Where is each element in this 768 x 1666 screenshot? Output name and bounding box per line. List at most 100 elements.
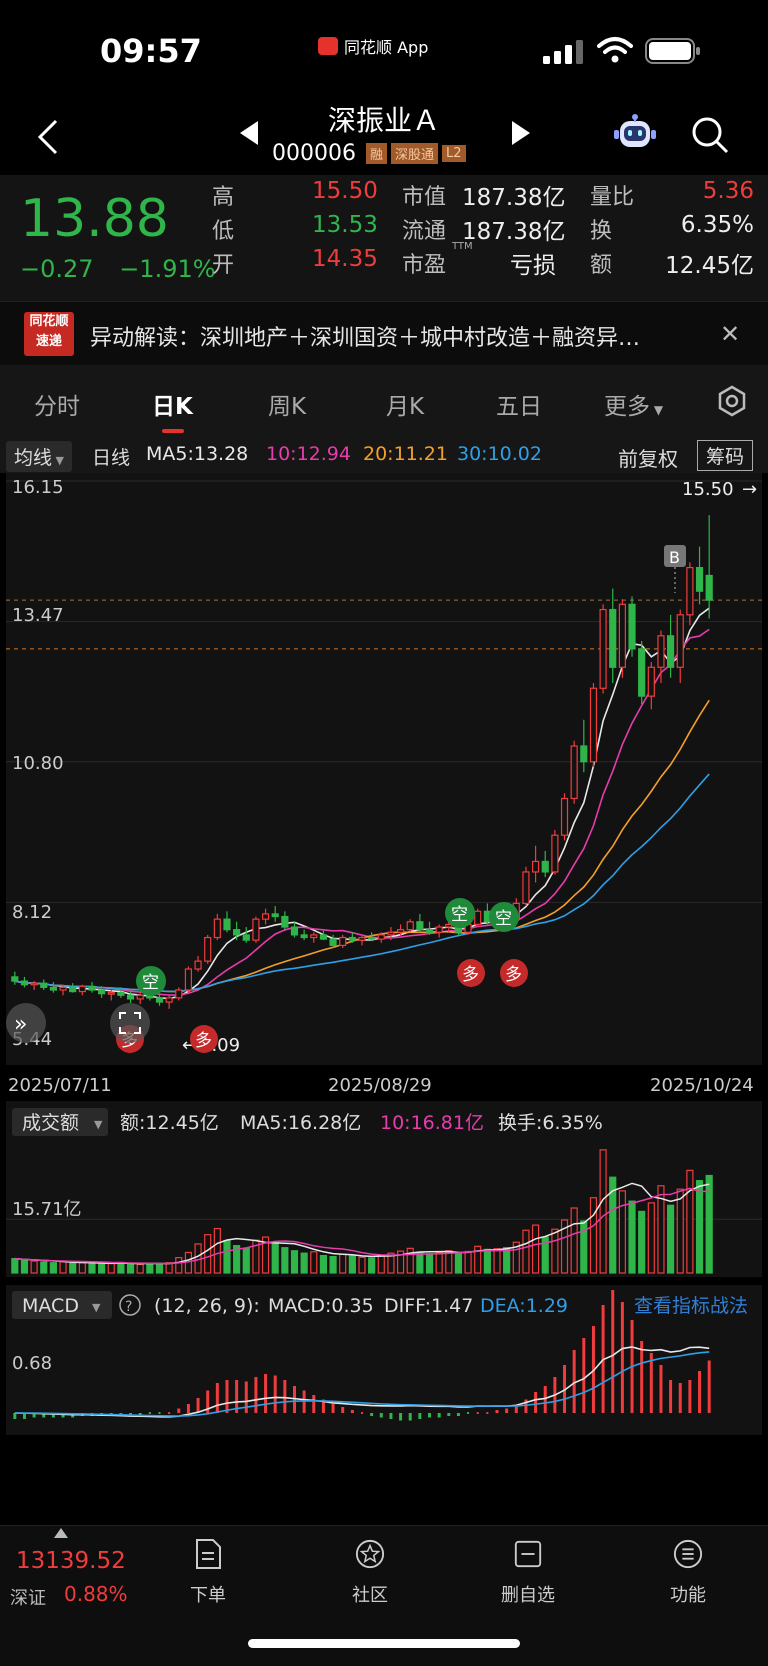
- order-button[interactable]: 下单: [168, 1538, 248, 1607]
- index-change: 0.88%: [64, 1582, 128, 1606]
- triangle-up-icon: [54, 1528, 68, 1538]
- volume-bar: [348, 1255, 356, 1274]
- max-arrow-icon: →: [742, 479, 757, 500]
- volume-bar: [204, 1234, 212, 1274]
- volume-bar: [618, 1190, 626, 1274]
- volume-bar: [175, 1257, 183, 1274]
- open-value: 14.35: [312, 246, 378, 272]
- candle-body: [69, 986, 77, 993]
- short-marker[interactable]: 空: [445, 898, 475, 928]
- volume-bar: [107, 1262, 115, 1274]
- date-start: 2025/07/11: [8, 1075, 112, 1096]
- candle-body: [657, 635, 665, 668]
- community-button[interactable]: 社区: [330, 1538, 410, 1607]
- macd-diff: DIFF:1.47: [384, 1295, 473, 1317]
- long-marker[interactable]: 多: [190, 1025, 218, 1053]
- chips-distribution-button[interactable]: 筹码: [697, 440, 754, 471]
- long-marker-text: 多: [505, 965, 522, 985]
- prev-stock-icon[interactable]: [238, 119, 262, 147]
- close-icon[interactable]: ✕: [720, 320, 740, 348]
- candle-body: [676, 614, 684, 668]
- news-logo-icon: 同花顺 速递: [24, 312, 74, 356]
- candle-body: [387, 931, 395, 936]
- wifi-icon: [597, 37, 633, 63]
- candle-body: [638, 648, 646, 697]
- search-icon[interactable]: [690, 115, 730, 155]
- next-stock-icon[interactable]: [508, 119, 532, 147]
- expand-sidebar-button[interactable]: »: [6, 1003, 46, 1043]
- price-panel[interactable]: [6, 473, 762, 1065]
- kline-chart-area[interactable]: 16.15 13.47 10.80 8.12 5.44 15.50 → ← 6.…: [6, 473, 762, 1533]
- remove-watchlist-button[interactable]: 删自选: [488, 1538, 568, 1607]
- volume-y-tick: 15.71亿: [12, 1199, 82, 1220]
- fullscreen-button[interactable]: [110, 1003, 150, 1043]
- functions-button[interactable]: 功能: [648, 1538, 728, 1607]
- volume-bar: [213, 1227, 221, 1274]
- volume-bar: [49, 1262, 57, 1274]
- double-chevron-icon: »: [14, 1012, 27, 1037]
- tab-active-indicator: [162, 429, 184, 433]
- high-value: 15.50: [312, 178, 378, 204]
- candle-body: [329, 938, 337, 946]
- short-marker[interactable]: 空: [136, 966, 166, 996]
- view-indicator-strategy-link[interactable]: 查看指标战法: [634, 1295, 748, 1317]
- y-tick-2: 13.47: [12, 605, 64, 626]
- candle-body: [348, 936, 356, 941]
- last-price: 13.88: [20, 189, 169, 249]
- volume-bar: [531, 1224, 540, 1274]
- stock-nav-bar: 深振业Ａ 000006 融 深股通 L2: [0, 95, 768, 175]
- menu-circle-icon: [673, 1539, 703, 1569]
- candle-body: [310, 934, 318, 939]
- tab-weekly-k[interactable]: 周K: [268, 387, 306, 421]
- remove-watchlist-icon: [514, 1540, 542, 1568]
- legend-ma20: 20:11.21: [363, 443, 448, 465]
- candle-body: [599, 608, 607, 689]
- candle-body: [368, 936, 376, 940]
- index-value[interactable]: 13139.52: [16, 1548, 126, 1574]
- tab-intraday[interactable]: 分时: [34, 387, 80, 421]
- candle-body: [647, 666, 655, 697]
- long-marker[interactable]: 多: [500, 959, 528, 987]
- amount-value: 12.45亿: [665, 253, 754, 279]
- tab-daily-k[interactable]: 日K: [152, 387, 193, 421]
- volume-bar: [117, 1261, 125, 1274]
- short-marker[interactable]: 空: [489, 902, 519, 932]
- y-tick-3: 10.80: [12, 753, 64, 774]
- tab-monthly-k[interactable]: 月K: [386, 387, 424, 421]
- volume-bar: [290, 1250, 299, 1274]
- short-marker-text: 空: [451, 905, 468, 925]
- volume-bar: [638, 1210, 646, 1274]
- adjust-mode-button[interactable]: 前复权: [618, 443, 678, 472]
- volume-bar: [589, 1197, 598, 1274]
- candle-body: [686, 566, 694, 616]
- news-logo-line2: 速递: [35, 334, 62, 349]
- y-tick-4: 8.12: [12, 902, 52, 923]
- pe-ttm-sup: TTM: [452, 241, 473, 252]
- candle-body: [425, 929, 434, 933]
- candle-body: [252, 918, 260, 941]
- legend-ma5: MA5:13.28: [146, 443, 249, 465]
- community-star-icon: [355, 1539, 385, 1569]
- max-price-label: 15.50: [682, 479, 734, 500]
- volume-bar: [493, 1248, 501, 1274]
- news-strip[interactable]: 同花顺 速递 异动解读：深圳地产＋深圳国资＋城中村改造＋融资异… ✕: [0, 301, 768, 367]
- tab-more[interactable]: 更多 ▼: [604, 387, 663, 421]
- tab-five-day[interactable]: 五日: [496, 387, 542, 421]
- macd-value: MACD:0.35: [268, 1295, 374, 1317]
- volume-bar: [78, 1262, 86, 1274]
- ai-assistant-robot-icon[interactable]: [612, 113, 658, 155]
- volume-bar: [155, 1263, 164, 1274]
- candle-body: [551, 834, 559, 873]
- legend-ma30: 30:10.02: [457, 443, 542, 465]
- candle-body: [49, 986, 57, 991]
- candle-body: [165, 997, 173, 1003]
- ma-indicator-select[interactable]: 均线 ▼: [6, 441, 72, 472]
- volume-bar: [69, 1262, 77, 1274]
- candle-body: [261, 913, 270, 920]
- candle-body: [541, 860, 549, 873]
- caret-down-icon: ▼: [94, 1118, 103, 1131]
- settings-hexagon-icon[interactable]: [716, 385, 748, 417]
- long-marker[interactable]: 多: [457, 959, 485, 987]
- candle-body: [560, 797, 569, 836]
- news-text[interactable]: 异动解读：深圳地产＋深圳国资＋城中村改造＋融资异…: [90, 320, 640, 352]
